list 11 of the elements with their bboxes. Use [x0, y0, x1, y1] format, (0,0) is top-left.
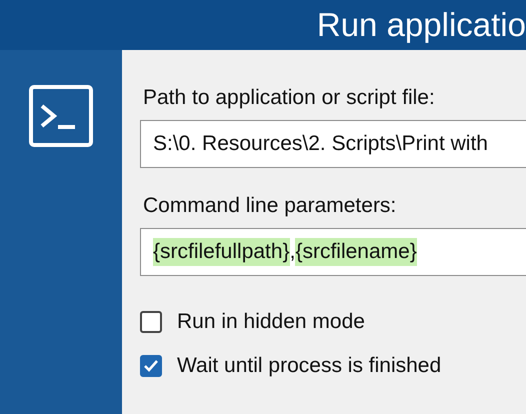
window-title: Run applicatio: [316, 6, 526, 44]
checkbox-label: Run in hidden mode: [177, 310, 365, 334]
params-field[interactable]: {srcfilefullpath},{srcfilename}: [140, 228, 526, 276]
path-field[interactable]: S:\0. Resources\2. Scripts\Print with: [140, 120, 526, 168]
checkbox-label: Wait until process is finished: [177, 354, 442, 378]
terminal-icon: [29, 85, 93, 147]
path-label: Path to application or script file:: [143, 86, 436, 110]
checkmark-icon: [143, 358, 159, 374]
checkbox[interactable]: [140, 355, 162, 377]
checkbox[interactable]: [140, 311, 162, 333]
params-label: Command line parameters:: [143, 194, 398, 218]
